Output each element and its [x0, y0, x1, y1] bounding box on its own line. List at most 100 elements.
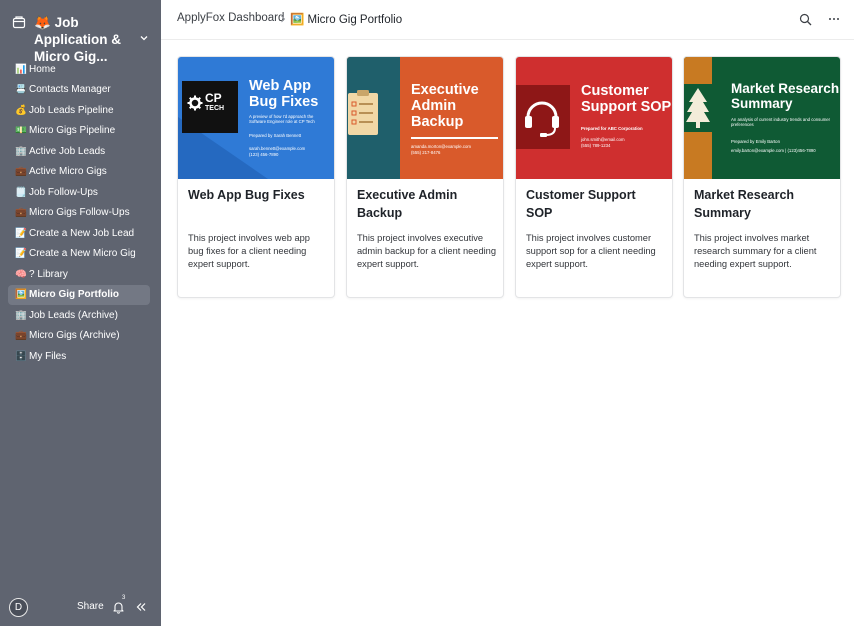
portfolio-card-market-research-summary[interactable]: Market Research Summary An analysis of c… — [683, 56, 841, 298]
portfolio-card-web-app-bug-fixes[interactable]: CP TECH Web App Bug Fixes A preview of h… — [177, 56, 335, 298]
sidebar-item-label: My Files — [29, 350, 67, 362]
card-title: Market Research Summary — [694, 188, 795, 220]
sidebar-item-active-job-leads[interactable]: 🏢 Active Job Leads — [8, 141, 150, 162]
sidebar-item-label: Job Leads (Archive) — [29, 309, 118, 321]
thumbnail-phone: (123) 456-7890 — [249, 152, 279, 157]
sidebar-item-create-micro-gig[interactable]: 📝 Create a New Micro Gig — [8, 244, 150, 265]
thumbnail-email: john.smith@email.com — [581, 137, 625, 142]
sidebar-item-label: Contacts Manager — [29, 84, 111, 96]
cp-tech-logo: CP TECH — [182, 81, 238, 133]
search-icon[interactable] — [799, 13, 812, 26]
sidebar: 🦊 Job Application & Micro Gig... 📊 Home 📇… — [0, 0, 161, 626]
gear-icon — [187, 95, 203, 111]
card-description: This project involves customer support s… — [526, 233, 656, 270]
card-title: Customer Support SOP — [526, 188, 636, 220]
money-bag-icon: 💰 — [15, 104, 27, 116]
memo-icon: 📝 — [15, 248, 27, 259]
sidebar-item-label: Create a New Micro Gig — [29, 248, 136, 260]
thumbnail-prepared-by: Prepared by Sarah Bennett — [249, 133, 302, 138]
thumbnail-heading-line-3: Backup — [411, 114, 464, 130]
sidebar-item-micro-gigs-pipeline[interactable]: 💵 Micro Gigs Pipeline — [8, 121, 150, 142]
more-options-icon[interactable] — [827, 12, 841, 26]
avatar[interactable]: D — [9, 598, 28, 617]
card-thumbnail: Market Research Summary An analysis of c… — [684, 57, 840, 179]
card-description: This project involves executive admin ba… — [357, 233, 497, 270]
sidebar-item-contacts-manager[interactable]: 📇 Contacts Manager — [8, 80, 150, 101]
breadcrumb-current[interactable]: 🖼️ Micro Gig Portfolio — [290, 12, 402, 26]
thumbnail-divider — [411, 137, 498, 139]
sidebar-item-create-job-lead[interactable]: 📝 Create a New Job Lead — [8, 223, 150, 244]
sidebar-item-micro-gig-portfolio[interactable]: 🖼️ Micro Gig Portfolio — [8, 284, 150, 305]
workspace-emoji: 🦊 — [34, 15, 51, 30]
workspace-switcher[interactable]: 🦊 Job Application & Micro Gig... — [8, 10, 154, 64]
briefcase-icon: 💼 — [15, 166, 27, 177]
sidebar-item-label: Active Micro Gigs — [29, 166, 107, 178]
card-title: Executive Admin Backup — [357, 188, 458, 220]
breadcrumb-root-link[interactable]: ApplyFox Dashboard — [177, 12, 284, 24]
sidebar-item-job-follow-ups[interactable]: 🗒️ Job Follow-Ups — [8, 182, 150, 203]
collapse-sidebar-icon[interactable] — [135, 601, 147, 613]
card-thumbnail: Customer Support SOP Prepared for ABC Co… — [516, 57, 672, 179]
clipboard-icon — [348, 90, 378, 135]
chevron-right-icon — [281, 15, 286, 23]
picture-frame-icon: 🖼️ — [15, 289, 27, 300]
thumbnail-heading-line-1: Web App — [249, 78, 312, 94]
memo-icon: 📝 — [15, 227, 27, 239]
thumbnail-email: sarah.bennett@example.com — [249, 146, 306, 151]
sidebar-item-job-leads-pipeline[interactable]: 💰 Job Leads Pipeline — [8, 100, 150, 121]
card-thumbnail: CP TECH Web App Bug Fixes A preview of h… — [178, 57, 334, 179]
sidebar-item-label: Micro Gigs Follow-Ups — [29, 207, 130, 219]
portfolio-card-executive-admin-backup[interactable]: Executive Admin Backup amanda.morton@exa… — [346, 56, 504, 298]
money-icon: 💵 — [15, 125, 27, 136]
sidebar-item-library[interactable]: 🧠? Library — [8, 264, 150, 285]
thumbnail-phone: (555) 789-1234 — [581, 143, 611, 148]
brain-icon: 🧠 — [15, 268, 27, 280]
headset-icon — [525, 101, 559, 137]
notification-count: 3 — [122, 595, 126, 601]
briefcase-icon: 💼 — [15, 330, 27, 341]
thumbnail-heading-line-2: Support SOP — [581, 99, 672, 115]
logo-text-cp: CP — [205, 91, 222, 105]
bell-icon[interactable] — [112, 600, 125, 614]
card-thumbnail: Executive Admin Backup amanda.morton@exa… — [347, 57, 503, 179]
card-index-icon: 📇 — [15, 84, 27, 95]
tree-icon — [684, 84, 712, 132]
workspace-title[interactable]: 🦊 Job Application & Micro Gig... — [34, 14, 146, 65]
thumbnail-heading-line-2: Bug Fixes — [249, 94, 319, 110]
sidebar-item-label: Active Job Leads — [29, 145, 106, 157]
chevron-down-icon[interactable] — [138, 32, 150, 44]
sidebar-item-label: Micro Gigs Pipeline — [29, 125, 116, 137]
sidebar-item-job-leads-archive[interactable]: 🏢 Job Leads (Archive) — [8, 305, 150, 326]
card-description: This project involves market research su… — [694, 233, 817, 270]
briefcase-icon: 💼 — [15, 207, 27, 218]
picture-frame-icon: 🖼️ — [290, 14, 305, 26]
sidebar-item-label: Micro Gig Portfolio — [29, 289, 119, 301]
workspace-home-icon[interactable] — [12, 15, 26, 29]
logo-text-tech: TECH — [205, 105, 225, 112]
sidebar-footer: D Share 3 — [0, 595, 161, 626]
sidebar-item-label: Job Follow-Ups — [29, 186, 98, 198]
office-building-icon: 🏢 — [15, 309, 27, 321]
chart-icon: 📊 — [15, 63, 27, 75]
topbar: ApplyFox Dashboard 🖼️ Micro Gig Portfoli… — [161, 0, 854, 40]
thumbnail-prepared-by: Prepared by Emily Barton — [731, 139, 780, 144]
portfolio-card-customer-support-sop[interactable]: Customer Support SOP Prepared for ABC Co… — [515, 56, 673, 298]
sidebar-item-micro-gigs-archive[interactable]: 💼 Micro Gigs (Archive) — [8, 326, 150, 347]
sidebar-item-my-files[interactable]: 🗄️ My Files — [8, 346, 150, 367]
thumbnail-subtitle: An analysis of current industry trends a… — [731, 117, 831, 128]
share-button[interactable]: Share — [77, 601, 104, 612]
sidebar-item-label: ? Library — [29, 268, 68, 280]
page-title: Micro Gig Portfolio — [307, 14, 403, 26]
notepad-icon: 🗒️ — [15, 186, 27, 198]
sidebar-item-home[interactable]: 📊 Home — [8, 59, 150, 80]
thumbnail-heading-line-1: Executive — [411, 82, 479, 98]
thumbnail-phone: (555) 217-8476 — [411, 150, 441, 155]
card-title: Web App Bug Fixes — [188, 188, 305, 202]
office-building-icon: 🏢 — [15, 145, 27, 157]
thumbnail-prepared-for: Prepared for ABC Corporation — [581, 126, 643, 131]
sidebar-item-micro-gigs-follow-ups[interactable]: 💼 Micro Gigs Follow-Ups — [8, 203, 150, 224]
sidebar-item-active-micro-gigs[interactable]: 💼 Active Micro Gigs — [8, 162, 150, 183]
thumbnail-heading-line-2: Admin — [411, 98, 457, 114]
thumbnail-heading-line-1: Market Research — [731, 81, 840, 96]
thumbnail-contact: emily.barton@example.com | (123)456-7890 — [731, 148, 816, 153]
